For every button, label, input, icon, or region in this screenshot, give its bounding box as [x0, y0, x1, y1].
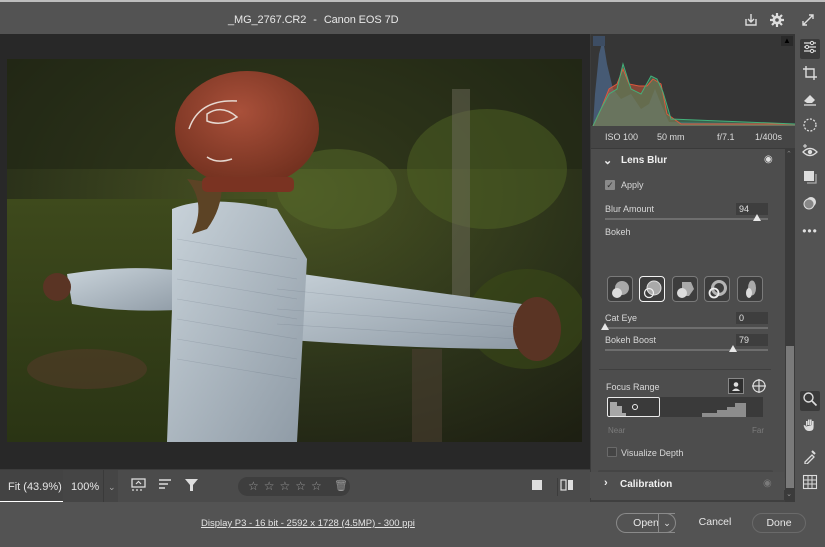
snapshots-icon[interactable] — [800, 195, 820, 215]
filter-icon[interactable] — [183, 478, 201, 496]
cat-eye-slider[interactable] — [605, 327, 768, 329]
panel-scrollbar[interactable]: ⌃ — [785, 148, 795, 502]
bokeh-boost-label: Bokeh Boost — [605, 335, 657, 345]
photo-preview[interactable] — [7, 59, 582, 442]
fit-zoom-button[interactable]: Fit (43.9%) — [0, 470, 63, 503]
focus-range-depth-map[interactable] — [607, 397, 763, 417]
apply-label: Apply — [621, 180, 644, 190]
visibility-eye-icon[interactable]: ◉ — [764, 154, 773, 165]
hand-tool-icon[interactable] — [800, 417, 820, 437]
blur-amount-slider[interactable] — [605, 218, 768, 220]
tool-strip: ••• — [795, 34, 825, 502]
filmstrip-icon[interactable] — [130, 478, 148, 496]
more-options-icon[interactable]: ••• — [800, 221, 820, 241]
cat-eye-label: Cat Eye — [605, 313, 638, 323]
red-eye-icon[interactable] — [800, 143, 820, 163]
histogram: ▲ — [591, 34, 796, 127]
rating-stars[interactable]: ☆☆☆☆☆ — [248, 479, 327, 493]
eraser-remove-icon[interactable] — [800, 91, 820, 111]
title-bar: _MG_2767.CR2 - Canon EOS 7D — [0, 4, 825, 34]
exif-bar: ISO 100 50 mm f/7.1 1/400s — [591, 126, 795, 148]
highlight-clipping-icon[interactable]: ▲ — [781, 36, 793, 46]
apply-checkbox[interactable]: ✓ — [605, 180, 615, 190]
grid-overlay-icon[interactable] — [800, 474, 820, 494]
trash-icon[interactable]: 🗑 — [334, 479, 348, 492]
scrollbar-thumb[interactable] — [786, 346, 794, 488]
focus-point-handle[interactable] — [632, 404, 638, 410]
zoom-dropdown-chevron-icon[interactable]: ⌄ — [103, 470, 118, 503]
visualize-depth-label: Visualize Depth — [621, 448, 684, 458]
bokeh-ring-button[interactable] — [704, 276, 730, 302]
save-icon[interactable] — [743, 12, 759, 28]
presets-icon[interactable] — [800, 169, 820, 189]
lens-blur-heading[interactable]: Lens Blur — [621, 155, 667, 166]
fullscreen-icon[interactable] — [800, 12, 816, 28]
focus-range-label: Focus Range — [606, 382, 660, 392]
visibility-eye-icon[interactable]: ◉ — [763, 478, 772, 489]
expand-chevron-icon[interactable]: › — [604, 477, 608, 489]
divider — [599, 369, 771, 370]
image-info-link[interactable]: Display P3 - 16 bit - 2592 x 1728 (4.5MP… — [201, 518, 415, 529]
calibration-section[interactable]: › Calibration ◉ — [590, 472, 784, 498]
edit-sliders-icon[interactable] — [800, 39, 820, 59]
status-bar: Display P3 - 16 bit - 2592 x 1728 (4.5MP… — [0, 502, 825, 547]
collapse-chevron-icon[interactable]: ⌄ — [603, 154, 612, 167]
calibration-heading[interactable]: Calibration — [620, 479, 672, 490]
blur-amount-label: Blur Amount — [605, 204, 655, 214]
image-canvas — [0, 34, 590, 469]
sort-icon[interactable] — [157, 478, 175, 496]
masking-icon[interactable] — [800, 117, 820, 137]
scroll-up-icon[interactable]: ⌃ — [786, 150, 792, 158]
bokeh-boost-slider[interactable] — [605, 349, 768, 351]
camera-model: Canon EOS 7D — [323, 14, 399, 26]
done-button[interactable]: Done — [752, 513, 806, 533]
bokeh-circle-button[interactable] — [607, 276, 633, 302]
subject-focus-icon[interactable] — [728, 378, 744, 394]
compare-split-icon[interactable] — [557, 478, 575, 496]
star-rating[interactable]: ☆☆☆☆☆ 🗑 — [238, 477, 350, 496]
near-label: Near — [608, 426, 626, 435]
white-balance-eyedropper-icon[interactable] — [800, 448, 820, 468]
target-focus-icon[interactable] — [751, 378, 767, 394]
before-after-view-icon[interactable] — [528, 478, 546, 496]
cat-eye-input[interactable]: 0 — [736, 312, 768, 324]
filename: _MG_2767.CR2 — [228, 14, 307, 26]
scroll-down-icon[interactable]: ⌄ — [784, 490, 794, 500]
exif-focal-length: 50 mm — [657, 132, 685, 142]
title-separator: - — [313, 14, 317, 26]
bokeh-bubble-button[interactable] — [639, 276, 665, 302]
shadow-clipping-icon[interactable] — [593, 36, 605, 46]
visualize-depth-checkbox[interactable] — [607, 447, 617, 457]
bokeh-boost-handle[interactable] — [729, 345, 737, 352]
blur-amount-input[interactable]: 94 — [736, 203, 768, 215]
window-title: _MG_2767.CR2 - Canon EOS 7D — [228, 14, 399, 26]
gear-icon[interactable] — [769, 12, 785, 28]
far-label: Far — [752, 426, 764, 435]
cat-eye-handle[interactable] — [601, 323, 609, 330]
cancel-button[interactable]: Cancel — [693, 513, 737, 533]
exif-shutter: 1/400s — [755, 132, 783, 142]
edit-panel: ▲ ISO 100 50 mm f/7.1 1/400s ⌄ Lens Blur… — [590, 34, 796, 502]
zoom-100-button[interactable]: 100% — [63, 470, 103, 503]
crop-icon[interactable] — [800, 65, 820, 85]
bokeh-blade-button[interactable] — [672, 276, 698, 302]
camera-raw-window: _MG_2767.CR2 - Canon EOS 7D Fit (43.9%) … — [0, 0, 825, 547]
blur-amount-handle[interactable] — [753, 214, 761, 221]
exif-iso: ISO 100 — [605, 132, 639, 142]
exif-aperture: f/7.1 — [717, 132, 735, 142]
view-toolbar: Fit (43.9%) 100% ⌄ ☆☆☆☆☆ 🗑 — [0, 469, 590, 503]
bokeh-label: Bokeh — [605, 227, 631, 237]
bokeh-cat-eye-button[interactable] — [737, 276, 763, 302]
zoom-tool-icon[interactable] — [800, 391, 820, 411]
bokeh-boost-input[interactable]: 79 — [736, 334, 768, 346]
